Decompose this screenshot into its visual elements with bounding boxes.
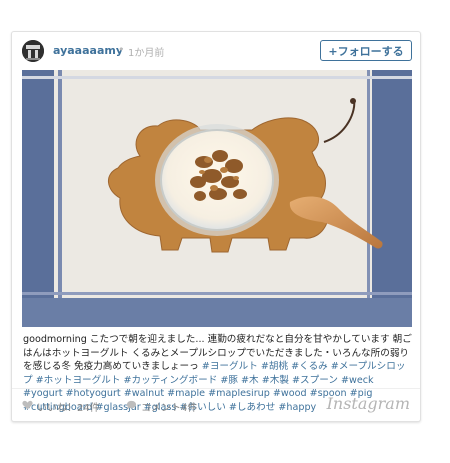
- follow-button[interactable]: +フォローする: [320, 40, 412, 61]
- separator-dot: •: [118, 43, 125, 56]
- like-count[interactable]: いいね！24件: [22, 399, 100, 414]
- like-count-label: いいね！24件: [37, 403, 100, 414]
- avatar[interactable]: [22, 40, 44, 62]
- comment-count[interactable]: コメント4件: [126, 399, 197, 414]
- post-footer: いいね！24件 コメント4件 Instagram: [12, 388, 420, 422]
- username-link[interactable]: ayaaaaamy: [53, 44, 123, 57]
- post-timestamp[interactable]: 1か月前: [128, 44, 164, 59]
- comment-count-label: コメント4件: [141, 403, 198, 414]
- instagram-logo[interactable]: Instagram: [327, 394, 410, 413]
- comment-icon[interactable]: [126, 400, 137, 413]
- post-photo[interactable]: [22, 70, 412, 327]
- heart-icon[interactable]: [22, 400, 33, 413]
- instagram-embed-card: ayaaaaamy • 1か月前 +フォローする goodmorning こたつ…: [11, 31, 421, 422]
- post-header: ayaaaaamy • 1か月前 +フォローする: [12, 32, 420, 70]
